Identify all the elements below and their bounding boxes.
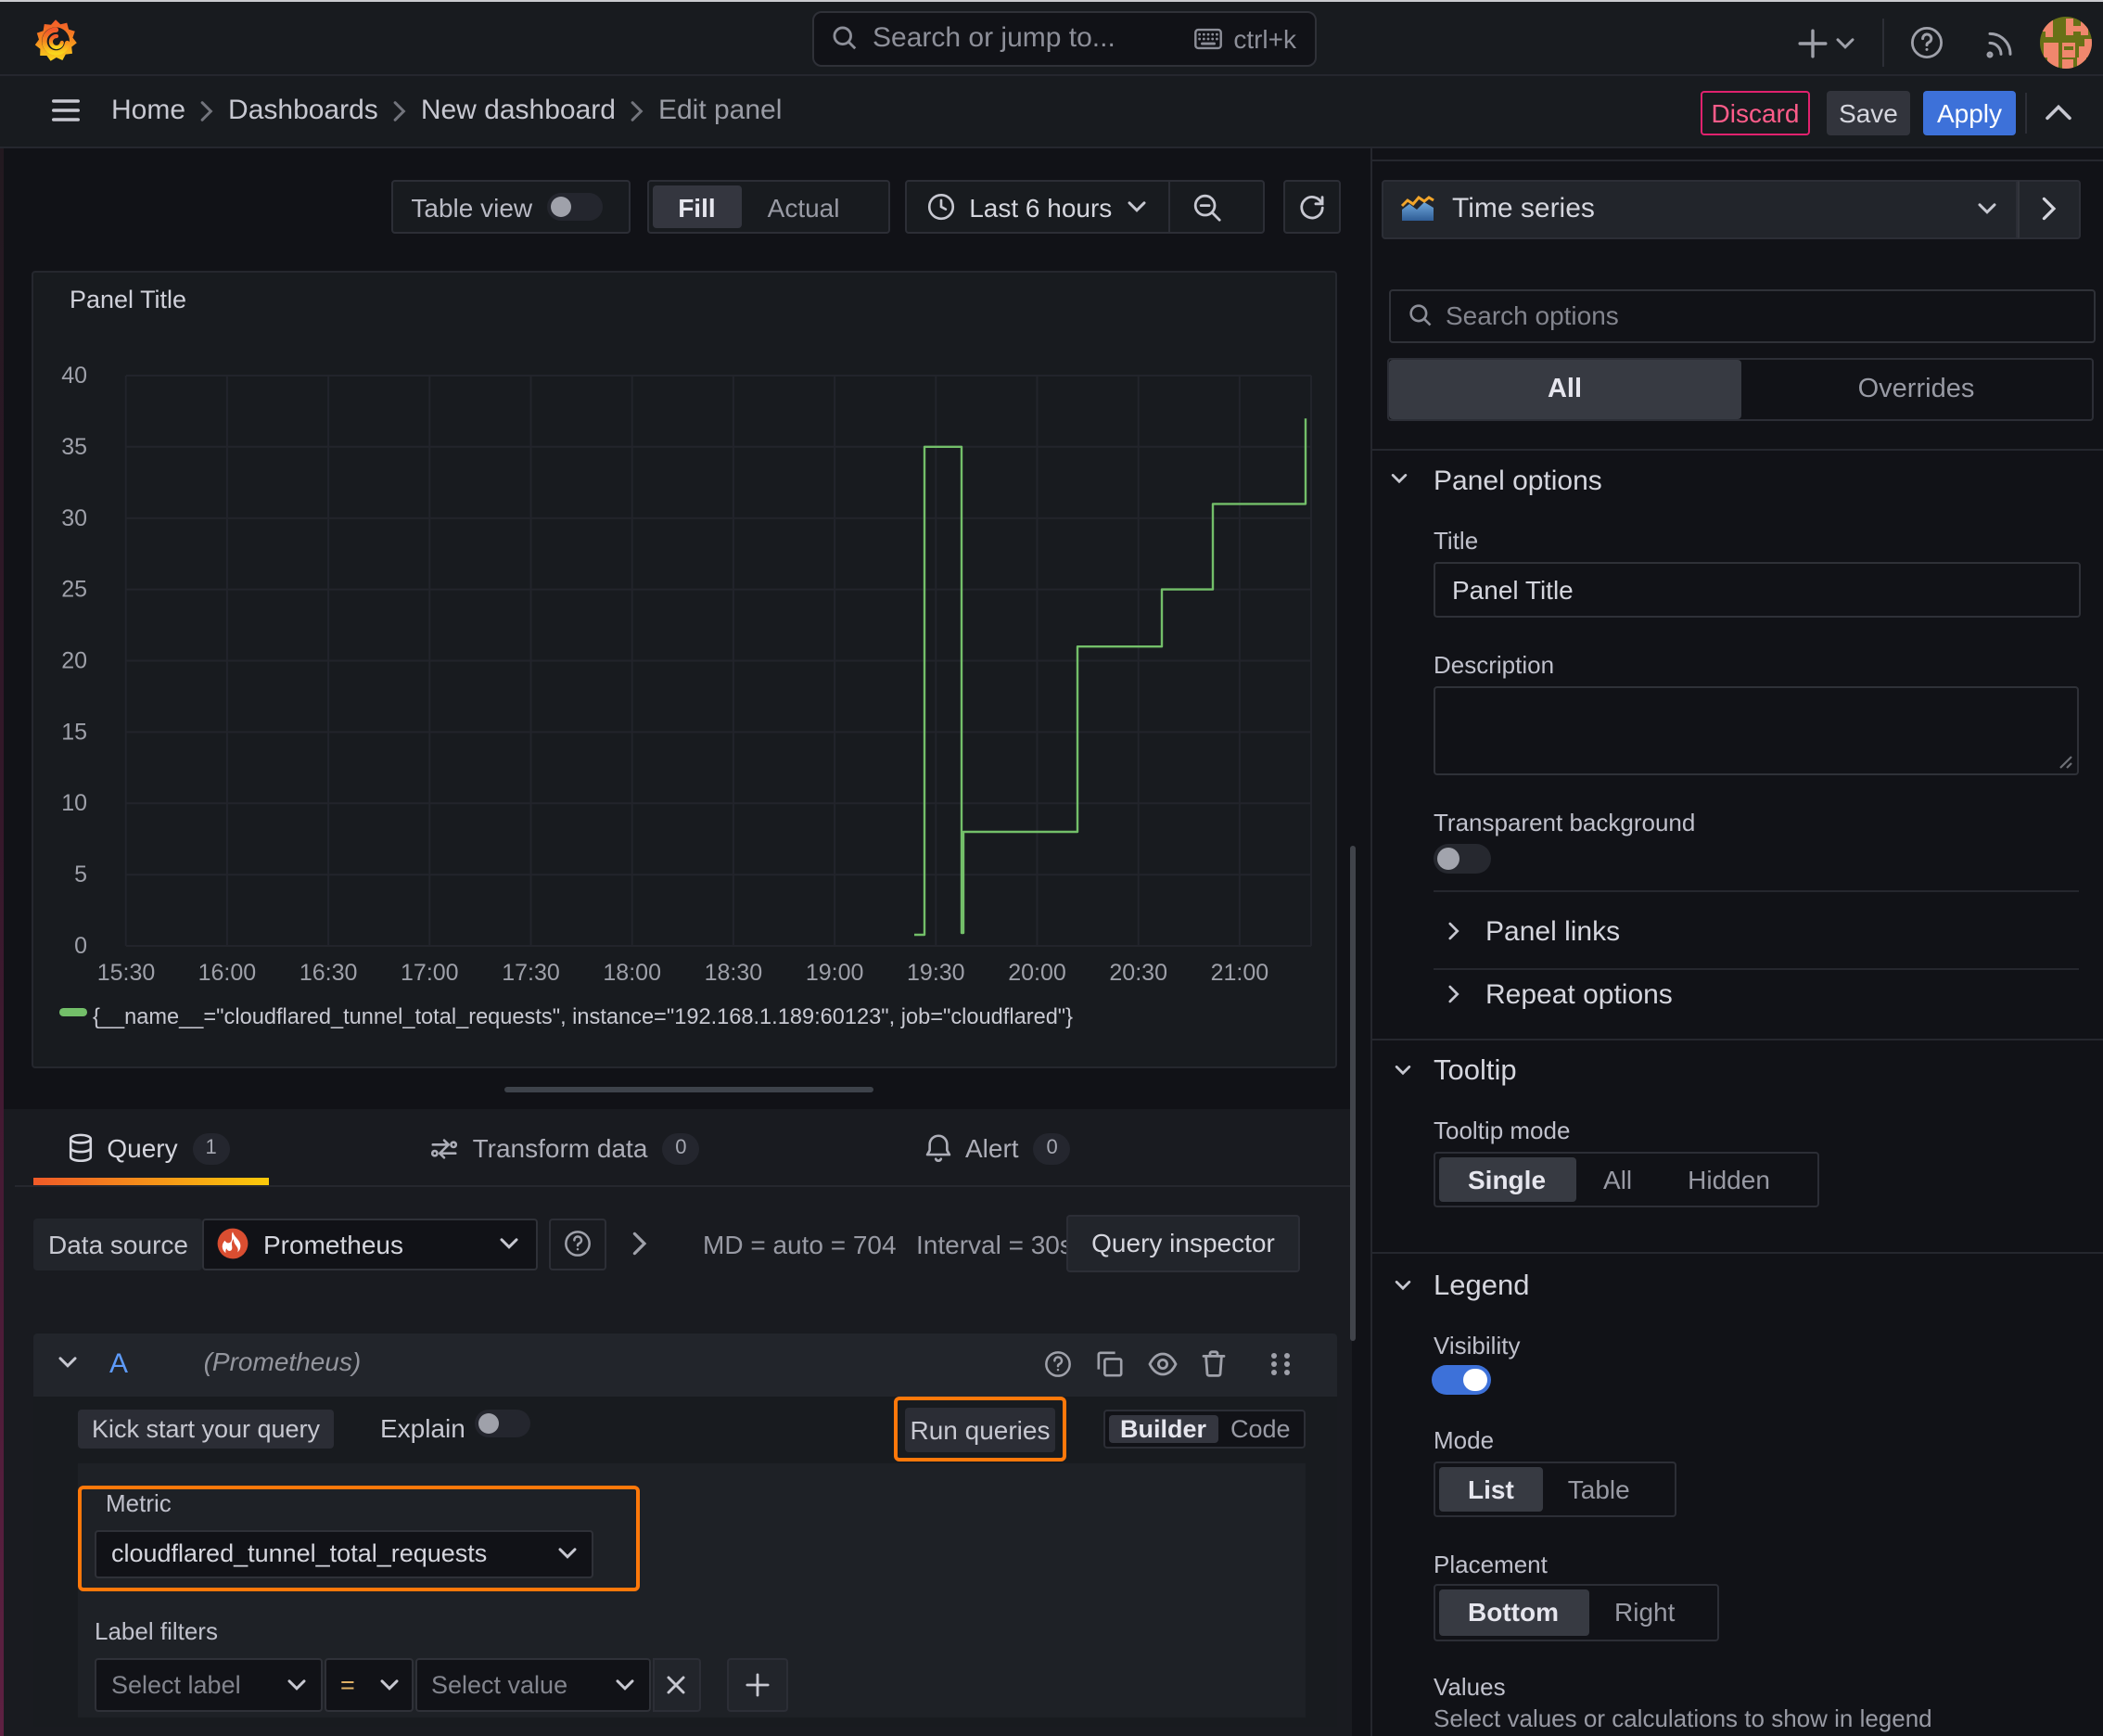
svg-text:{__name__="cloudflared_tunnel_: {__name__="cloudflared_tunnel_total_requ… (92, 1005, 1072, 1029)
svg-text:15: 15 (60, 719, 86, 745)
svg-text:5: 5 (73, 862, 86, 887)
svg-text:17:30: 17:30 (501, 960, 559, 986)
svg-text:35: 35 (60, 434, 86, 460)
svg-text:21:00: 21:00 (1210, 960, 1268, 986)
svg-text:20:00: 20:00 (1007, 960, 1065, 986)
svg-text:20: 20 (60, 648, 86, 674)
svg-text:40: 40 (60, 363, 86, 389)
svg-text:18:30: 18:30 (704, 960, 762, 986)
svg-text:16:00: 16:00 (198, 960, 256, 986)
svg-text:19:00: 19:00 (805, 960, 863, 986)
svg-text:19:30: 19:30 (906, 960, 964, 986)
svg-text:30: 30 (60, 505, 86, 531)
svg-text:17:00: 17:00 (400, 960, 458, 986)
svg-text:25: 25 (60, 577, 86, 603)
svg-text:15:30: 15:30 (96, 960, 155, 986)
svg-text:16:30: 16:30 (299, 960, 357, 986)
svg-text:18:00: 18:00 (602, 960, 660, 986)
svg-text:20:30: 20:30 (1108, 960, 1166, 986)
svg-text:0: 0 (73, 933, 86, 959)
svg-text:10: 10 (60, 790, 86, 816)
